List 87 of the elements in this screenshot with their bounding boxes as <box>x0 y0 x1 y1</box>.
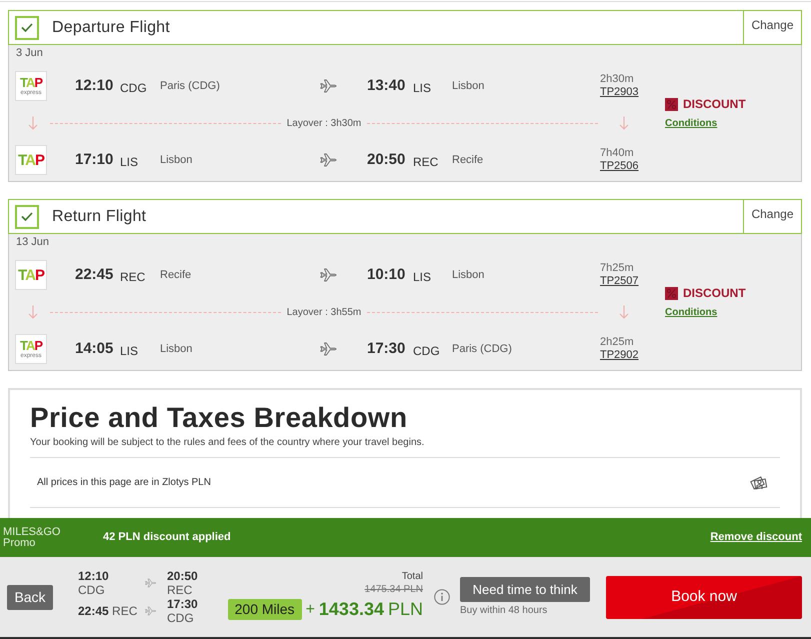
checkbox[interactable] <box>15 204 39 228</box>
city-name: Paris (CDG) <box>160 78 221 94</box>
hold-booking-button[interactable]: Need time to think <box>460 577 590 602</box>
flight-number-link[interactable]: TP2902 <box>600 349 639 362</box>
airport-code: LIS <box>413 268 432 286</box>
promo-brand-subtitle: Promo <box>3 538 36 548</box>
checkmark-icon <box>21 23 33 32</box>
plane-icon <box>320 153 338 167</box>
conditions-link[interactable]: Conditions <box>665 305 718 320</box>
arrival-time: 17:30 <box>367 338 406 359</box>
airport-code: CDG <box>78 583 105 597</box>
city-name: Recife <box>452 152 484 168</box>
back-button[interactable]: Back <box>7 584 53 610</box>
airline-logo: TAP <box>15 260 47 290</box>
conditions-link[interactable]: Conditions <box>665 116 718 131</box>
discount-tag-icon <box>665 98 678 110</box>
arrival-time: 20:50 <box>167 569 199 583</box>
airport-code: REC <box>167 583 194 597</box>
arrival-time: 20:50 <box>367 150 406 170</box>
plane-icon <box>320 268 338 282</box>
departure-time: 22:45 <box>78 604 109 618</box>
flight-number-link[interactable]: TP2506 <box>600 160 639 173</box>
promo-brand-name: MILES&GO <box>3 526 60 538</box>
miles-badge: 200 Miles <box>228 599 302 620</box>
original-price: 1475.34 PLN <box>364 583 423 596</box>
arrival-time: 13:40 <box>367 76 406 96</box>
arrival-time: 17:30 <box>167 597 199 611</box>
city-name: Recife <box>160 268 192 283</box>
plane-icon <box>320 342 338 356</box>
departure-time: 14:05 <box>75 338 114 359</box>
arrival-time: 10:10 <box>367 264 406 285</box>
airport-code: LIS <box>120 154 140 170</box>
departure-time: 17:10 <box>75 150 114 170</box>
departure-time: 22:45 <box>75 264 114 285</box>
departure-time: 12:10 <box>78 569 109 583</box>
flight-number-link[interactable]: TP2903 <box>600 86 639 99</box>
total-price: 1433.34 <box>318 598 384 621</box>
section-title: Return Flight <box>52 206 146 226</box>
plus-sign: + <box>306 600 315 620</box>
checkmark-icon <box>21 212 33 221</box>
down-arrow-icon <box>619 116 629 130</box>
airport-code: REC <box>112 604 138 618</box>
airport-code: REC <box>413 154 440 170</box>
down-arrow-icon <box>28 116 38 130</box>
flight-duration: 2h30m <box>600 73 634 86</box>
fare-type-label: DISCOUNT <box>683 96 746 113</box>
flight-duration: 7h40m <box>600 147 634 160</box>
down-arrow-icon <box>619 305 629 319</box>
airport-code: LIS <box>413 80 432 96</box>
city-name: Lisbon <box>160 152 194 168</box>
layover-text: Layover : 3h30m <box>286 116 362 130</box>
discount-message: 42 PLN discount applied <box>103 530 231 546</box>
departure-time: 12:10 <box>75 76 114 96</box>
info-icon <box>434 589 450 605</box>
flight-duration: 2h25m <box>600 336 634 349</box>
plane-icon <box>145 606 157 616</box>
plane-icon <box>145 578 157 588</box>
currency-note: All prices in this page are in Zlotys PLN <box>37 476 211 490</box>
plane-icon <box>320 79 338 93</box>
city-name: Lisbon <box>160 342 194 357</box>
flight-date: 13 Jun <box>16 235 50 249</box>
city-name: Lisbon <box>452 268 486 283</box>
layover-text: Layover : 3h55m <box>286 306 362 320</box>
flight-date: 3 Jun <box>16 46 44 60</box>
discount-tag-icon <box>665 286 678 300</box>
remove-discount-link[interactable]: Remove discount <box>710 529 802 546</box>
city-name: Lisbon <box>452 78 486 94</box>
hold-note: Buy within 48 hours <box>460 605 548 617</box>
disclaimer-text: Your booking will be subject to the rules and fees of the country where your travel begins. <box>30 437 426 449</box>
banknotes-icon <box>750 474 768 492</box>
airport-code: CDG <box>120 80 148 96</box>
fare-type-label: DISCOUNT <box>683 285 746 302</box>
total-label: Total <box>402 571 423 583</box>
section-heading: Price and Taxes Breakdown <box>30 402 408 433</box>
city-name: Paris (CDG) <box>452 342 513 357</box>
currency-code: PLN <box>388 598 423 621</box>
airline-logo: TAP <box>15 145 47 175</box>
book-now-button[interactable]: Book now <box>606 576 802 618</box>
airport-code: CDG <box>167 611 195 625</box>
checkbox[interactable] <box>15 16 39 40</box>
airport-code: REC <box>120 268 146 286</box>
flight-duration: 7h25m <box>600 262 634 275</box>
section-title: Departure Flight <box>52 18 170 38</box>
flight-number-link[interactable]: TP2507 <box>600 275 639 288</box>
airport-code: CDG <box>413 342 441 360</box>
down-arrow-icon <box>28 305 38 319</box>
airport-code: LIS <box>120 342 140 360</box>
